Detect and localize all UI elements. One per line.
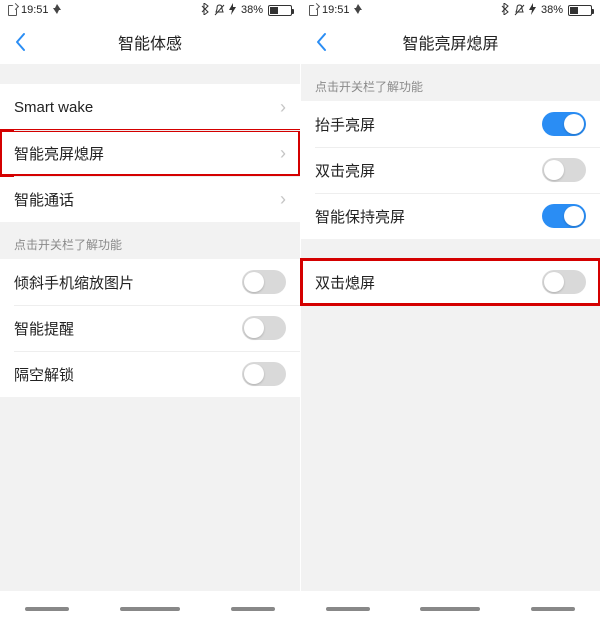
battery-pct: 38% <box>241 4 263 16</box>
back-button[interactable] <box>0 20 40 64</box>
row-smart-remind[interactable]: 智能提醒 <box>0 305 300 351</box>
sim-icon <box>309 5 318 16</box>
phone-left: 19:51 38% 智能体感 Smart wake <box>0 0 300 627</box>
row-doubletap-wake[interactable]: 双击亮屏 <box>301 147 600 193</box>
toggle[interactable] <box>242 270 286 294</box>
nav-back-button[interactable] <box>326 607 370 611</box>
row-raise-wake[interactable]: 抬手亮屏 <box>301 101 600 147</box>
header: 智能体感 <box>0 20 300 64</box>
row-label: 智能保持亮屏 <box>315 206 542 227</box>
charging-icon <box>529 3 536 18</box>
row-label: Smart wake <box>14 99 280 116</box>
charging-icon <box>229 3 236 18</box>
section-hint: 点击开关栏了解功能 <box>301 64 600 101</box>
statusbar: 19:51 38% <box>0 0 300 20</box>
row-label: 智能提醒 <box>14 318 242 339</box>
row-doubletap-off[interactable]: 双击熄屏 <box>301 259 600 305</box>
settings-list-2: 倾斜手机缩放图片 智能提醒 隔空解锁 <box>0 259 300 397</box>
nav-home-button[interactable] <box>120 607 180 611</box>
chevron-right-icon: › <box>280 144 286 162</box>
bluetooth-icon <box>501 3 509 18</box>
row-smart-call[interactable]: 智能通话 › <box>0 176 300 222</box>
status-time: 19:51 <box>21 4 49 16</box>
settings-list-1: 抬手亮屏 双击亮屏 智能保持亮屏 <box>301 101 600 239</box>
page-title: 智能亮屏熄屏 <box>301 30 600 54</box>
settings-list-2: 双击熄屏 <box>301 259 600 305</box>
nav-back-button[interactable] <box>25 607 69 611</box>
row-keep-bright[interactable]: 智能保持亮屏 <box>301 193 600 239</box>
page-title: 智能体感 <box>0 30 300 54</box>
navbar <box>0 591 300 627</box>
nav-recents-button[interactable] <box>531 607 575 611</box>
dnd-icon <box>354 4 362 17</box>
nav-recents-button[interactable] <box>231 607 275 611</box>
dnd-icon <box>53 4 61 17</box>
row-smart-bright-off[interactable]: 智能亮屏熄屏 › <box>0 130 300 176</box>
settings-list-1: Smart wake › 智能亮屏熄屏 › 智能通话 › <box>0 84 300 222</box>
nav-home-button[interactable] <box>420 607 480 611</box>
toggle[interactable] <box>542 270 586 294</box>
toggle[interactable] <box>542 204 586 228</box>
row-smart-wake[interactable]: Smart wake › <box>0 84 300 130</box>
statusbar: 19:51 38% <box>301 0 600 20</box>
header: 智能亮屏熄屏 <box>301 20 600 64</box>
battery-icon <box>568 5 592 16</box>
section-hint: 点击开关栏了解功能 <box>0 222 300 259</box>
toggle[interactable] <box>242 362 286 386</box>
row-label: 智能亮屏熄屏 <box>14 143 280 164</box>
status-time: 19:51 <box>322 4 350 16</box>
silent-icon <box>214 4 224 16</box>
back-button[interactable] <box>301 20 341 64</box>
row-tilt-zoom[interactable]: 倾斜手机缩放图片 <box>0 259 300 305</box>
sim-icon <box>8 5 17 16</box>
phone-right: 19:51 38% 智能亮屏熄屏 点击开关栏了解功能 抬手亮屏 <box>300 0 600 627</box>
row-label: 智能通话 <box>14 189 280 210</box>
battery-icon <box>268 5 292 16</box>
silent-icon <box>514 4 524 16</box>
bluetooth-icon <box>201 3 209 18</box>
row-label: 双击熄屏 <box>315 272 542 293</box>
navbar <box>301 591 600 627</box>
row-label: 抬手亮屏 <box>315 114 542 135</box>
row-label: 隔空解锁 <box>14 364 242 385</box>
row-label: 倾斜手机缩放图片 <box>14 272 242 293</box>
toggle[interactable] <box>542 158 586 182</box>
battery-pct: 38% <box>541 4 563 16</box>
chevron-right-icon: › <box>280 98 286 116</box>
toggle[interactable] <box>242 316 286 340</box>
toggle[interactable] <box>542 112 586 136</box>
row-air-unlock[interactable]: 隔空解锁 <box>0 351 300 397</box>
chevron-right-icon: › <box>280 190 286 208</box>
row-label: 双击亮屏 <box>315 160 542 181</box>
